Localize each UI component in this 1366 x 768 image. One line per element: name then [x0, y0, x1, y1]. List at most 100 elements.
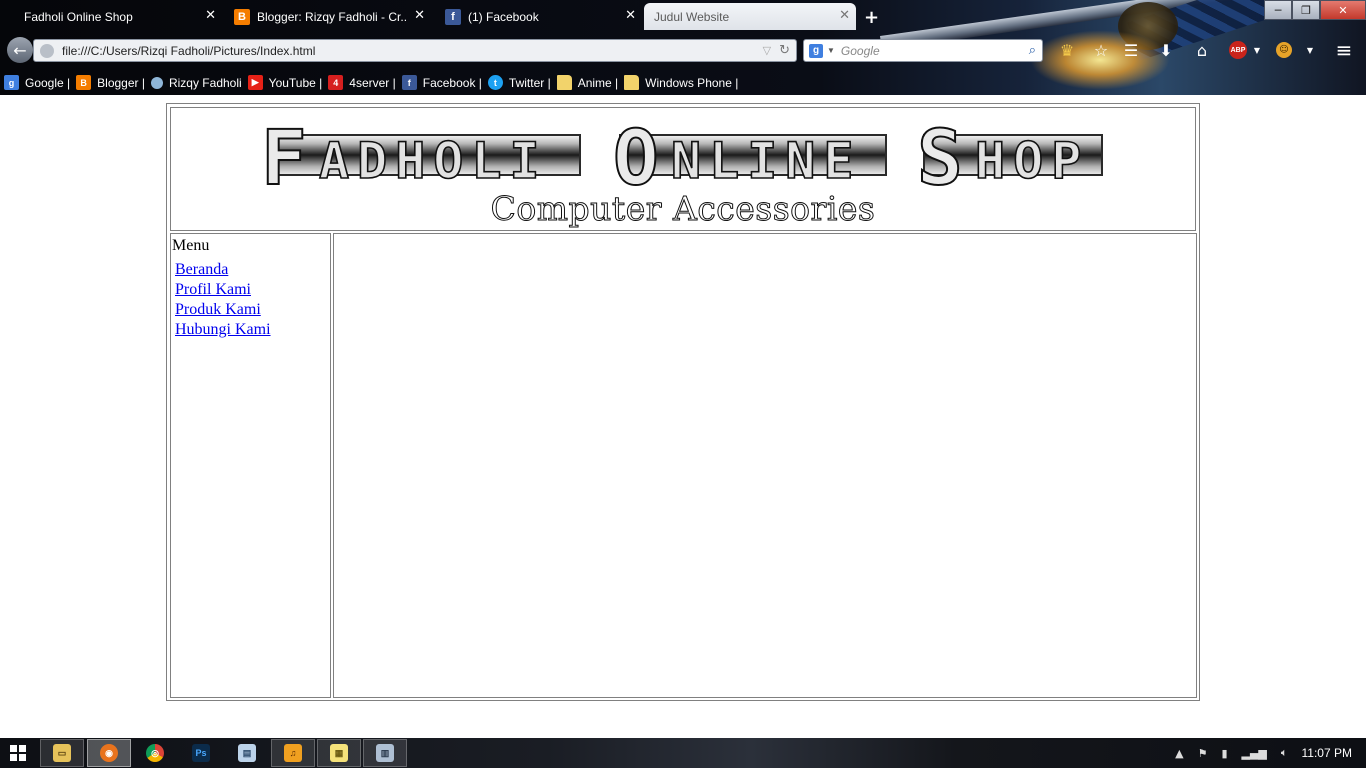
show-hidden-icons-icon[interactable]: ▲ — [1175, 747, 1183, 760]
adblock-dropdown-icon[interactable]: ▼ — [1246, 39, 1268, 61]
greasemonkey-icon[interactable]: ☺ — [1276, 42, 1292, 58]
bookmark-twitter[interactable]: t Twitter | — [487, 75, 551, 90]
bookmark-label: Facebook | — [422, 75, 482, 90]
page-subtitle: Computer Accessories — [490, 189, 876, 229]
tab-close-icon[interactable]: ✕ — [625, 8, 636, 23]
addon-dropdown-icon[interactable]: ▼ — [1299, 39, 1321, 61]
window-close-button[interactable]: ✕ — [1320, 0, 1366, 20]
blogger-icon: B — [76, 75, 92, 90]
tab-judul-website[interactable]: Judul Website ✕ — [644, 3, 856, 30]
bookmark-folder-anime[interactable]: Anime | — [556, 75, 619, 90]
bookmark-blogger[interactable]: B Blogger | — [76, 75, 145, 90]
tab-close-icon[interactable]: ✕ — [205, 8, 216, 23]
search-icon[interactable]: ⌕ — [1029, 43, 1036, 58]
menu-item: Produk Kami — [175, 300, 271, 320]
menu-link-hubungi-kami[interactable]: Hubungi Kami — [175, 321, 271, 338]
tab-blogger[interactable]: B Blogger: Rizqy Fadholi - Cr... ✕ — [226, 3, 431, 30]
tab-close-icon[interactable]: ✕ — [414, 8, 425, 23]
volume-icon[interactable]: 🔈︎ — [1281, 746, 1288, 760]
bookmark-rizqy-fadholi[interactable]: Rizqy Fadholi — [150, 76, 242, 90]
tab-close-icon[interactable]: ✕ — [839, 8, 850, 23]
logo-word-shop: S HOP — [916, 119, 1103, 200]
content-cell — [333, 233, 1197, 698]
menu-title: Menu — [172, 237, 210, 254]
address-bar[interactable]: file:///C:/Users/Rizqi Fadholi/Pictures/… — [33, 39, 797, 62]
logo-word-fadholi: F ADHOLI — [260, 119, 581, 200]
bookmark-label: Google | — [25, 75, 71, 90]
taskbar-app-media-player[interactable]: ♫ — [271, 739, 315, 767]
menu-link-beranda[interactable]: Beranda — [175, 261, 228, 278]
folder-icon — [624, 75, 640, 90]
chrome-icon: ◎ — [146, 744, 164, 762]
tab-label: Fadholi Online Shop — [24, 9, 133, 24]
reload-icon[interactable]: ↻ — [779, 43, 790, 58]
search-engine-dropdown-icon[interactable]: ▼ — [827, 46, 835, 55]
adblock-icon[interactable]: ABP — [1229, 41, 1247, 59]
logo-word-rest: HOP — [974, 132, 1090, 190]
taskbar-app-notepad[interactable]: ▤ — [225, 739, 269, 767]
bookmark-label: Twitter | — [508, 75, 551, 90]
network-signal-icon[interactable]: ▂▄▆ — [1242, 747, 1267, 760]
tab-fadholi-online-shop[interactable]: Fadholi Online Shop ✕ — [10, 3, 222, 30]
minimize-button[interactable]: ─ — [1264, 0, 1292, 20]
taskbar-app-chrome[interactable]: ◎ — [133, 739, 177, 767]
home-icon[interactable]: ⌂ — [1191, 39, 1213, 61]
tab-facebook[interactable]: f (1) Facebook ✕ — [437, 3, 642, 30]
system-tray: ▲ ⚑ ▮ ▂▄▆ 🔈︎ 11:07 PM — [1175, 738, 1352, 768]
taskbar-app-sticky-notes[interactable]: ▦ — [317, 739, 361, 767]
logo-word-rest: ADHOLI — [318, 132, 548, 190]
search-box[interactable]: g ▼ Google ⌕ — [803, 39, 1043, 62]
restore-button[interactable]: ❐ — [1292, 0, 1320, 20]
bookmark-folder-windows-phone[interactable]: Windows Phone | — [624, 75, 738, 90]
logo-initial: F — [260, 113, 308, 202]
menu-link-profil-kami[interactable]: Profil Kami — [175, 281, 251, 298]
tab-strip: Fadholi Online Shop ✕ B Blogger: Rizqy F… — [0, 3, 900, 30]
bookmark-label: Windows Phone | — [645, 75, 739, 90]
twitter-icon: t — [487, 75, 503, 90]
google-icon[interactable]: g — [809, 43, 823, 58]
facebook-icon: f — [445, 8, 461, 25]
back-button[interactable]: ← — [7, 37, 33, 63]
menu-link-produk-kami[interactable]: Produk Kami — [175, 301, 261, 318]
logo-word-online: O NLINE — [612, 119, 887, 200]
menu-icon[interactable]: ≡ — [1333, 38, 1355, 62]
bookmark-label: Anime | — [577, 75, 619, 90]
downloads-icon[interactable]: ⬇ — [1155, 39, 1177, 61]
taskbar-app-photoshop[interactable]: Ps — [179, 739, 223, 767]
bookmark-google[interactable]: g Google | — [4, 75, 70, 90]
tab-label: Blogger: Rizqy Fadholi - Cr... — [257, 9, 407, 24]
sticky-notes-icon: ▦ — [330, 744, 348, 762]
media-player-icon: ♫ — [284, 744, 302, 762]
bookmark-star-icon[interactable]: ☆ — [1090, 39, 1112, 61]
addon-icon[interactable]: ♛ — [1056, 39, 1078, 61]
bookmark-4server[interactable]: 4 4server | — [328, 75, 396, 90]
windows-start-icon[interactable] — [10, 745, 26, 761]
bookmark-label: 4server | — [349, 75, 396, 90]
menu-item: Hubungi Kami — [175, 320, 271, 340]
menu-item: Profil Kami — [175, 280, 271, 300]
action-center-flag-icon[interactable]: ⚑ — [1198, 747, 1208, 760]
taskbar-app-file-explorer[interactable]: ▭ — [40, 739, 84, 767]
taskbar-app-firefox[interactable]: ◉ — [87, 739, 131, 767]
taskbar-app-calculator[interactable]: ▥ — [363, 739, 407, 767]
shop-logo: F ADHOLI O NLINE S HOP — [260, 119, 1103, 200]
bookmark-facebook[interactable]: f Facebook | — [401, 75, 482, 90]
bookmark-youtube[interactable]: ▶ YouTube | — [247, 75, 322, 90]
notepad-icon: ▤ — [238, 744, 256, 762]
menu-cell: Menu Beranda Profil Kami Produk Kami Hub… — [170, 233, 331, 698]
reading-list-icon[interactable]: ☰ — [1120, 39, 1142, 61]
google-icon: g — [4, 75, 19, 90]
history-dropdown-icon[interactable]: ▽ — [763, 44, 771, 57]
window-controls: ─ ❐ ✕ — [1264, 0, 1366, 20]
facebook-icon: f — [401, 75, 417, 90]
globe-icon — [150, 76, 163, 89]
url-text[interactable]: file:///C:/Users/Rizqi Fadholi/Pictures/… — [62, 44, 763, 58]
new-tab-button[interactable]: + — [864, 7, 879, 28]
logo-initial: S — [916, 113, 964, 202]
tab-label: (1) Facebook — [468, 9, 539, 24]
clock[interactable]: 11:07 PM — [1302, 746, 1352, 760]
menu-list: Beranda Profil Kami Produk Kami Hubungi … — [175, 260, 271, 340]
tab-label: Judul Website — [654, 9, 730, 24]
search-input[interactable]: Google — [841, 44, 1029, 58]
battery-icon[interactable]: ▮ — [1221, 747, 1227, 760]
